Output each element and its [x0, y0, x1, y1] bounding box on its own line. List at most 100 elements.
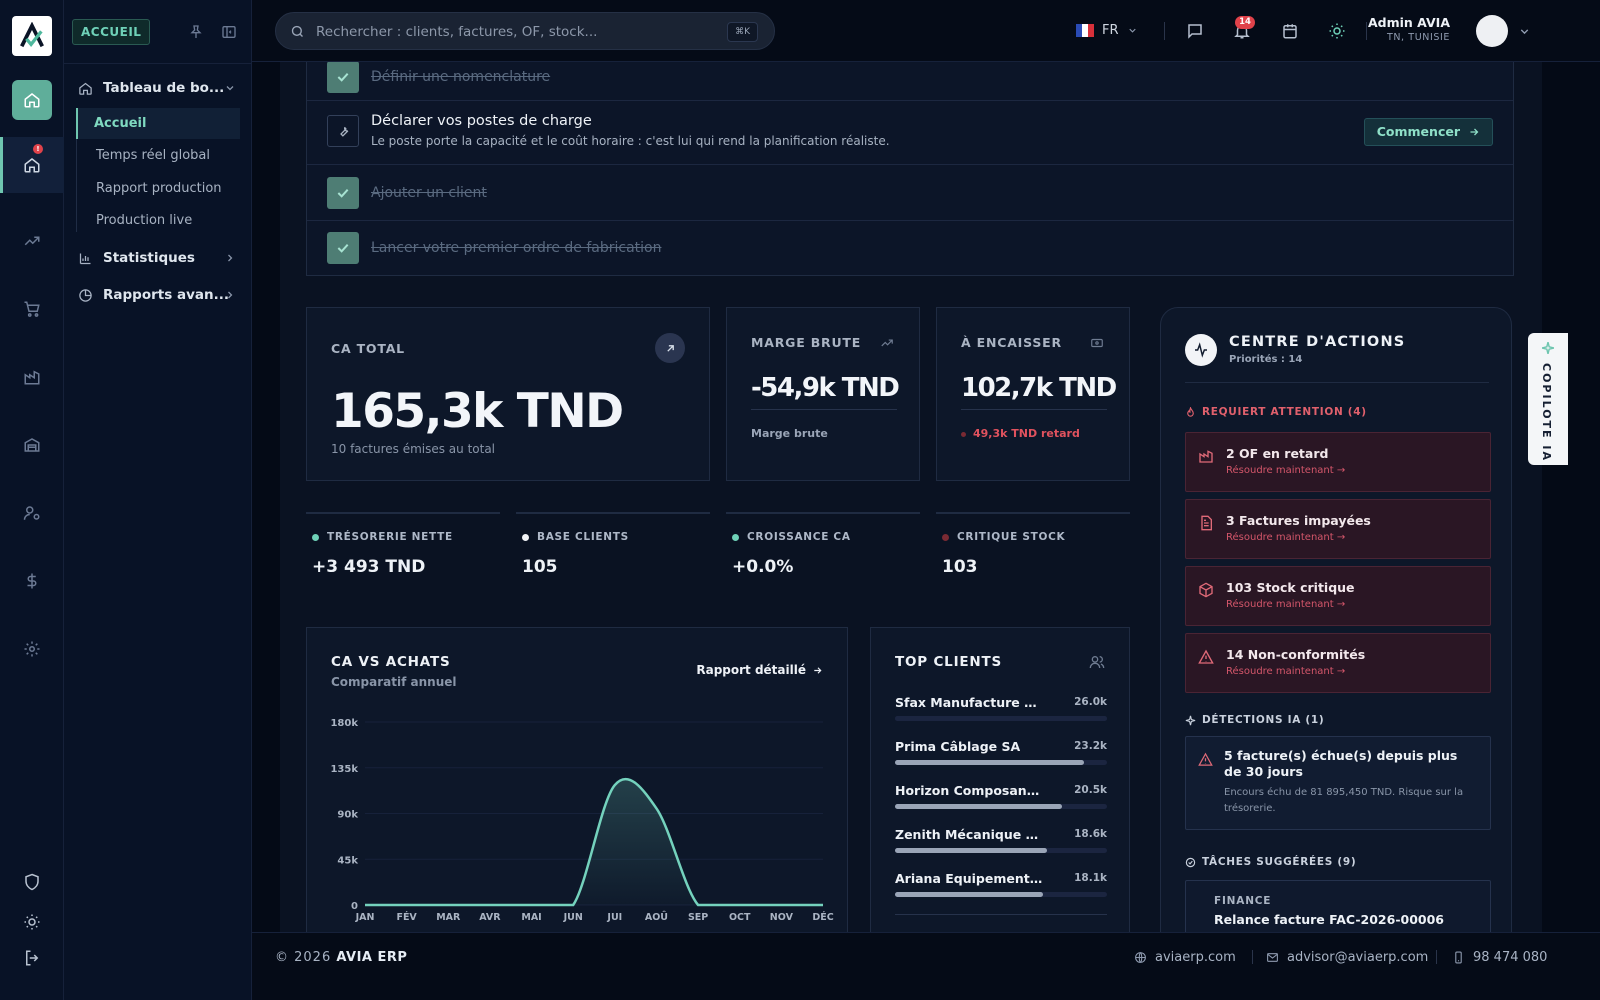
footer-phone[interactable]: 98 474 080 — [1452, 950, 1547, 965]
nav-item-accueil[interactable]: Accueil — [76, 108, 240, 139]
suggested-task[interactable]: FINANCE Relance facture FAC-2026-00006 — [1185, 880, 1491, 932]
warning-icon — [1198, 752, 1213, 766]
rail-warehouse-button[interactable] — [12, 425, 52, 465]
invoice-icon — [1201, 515, 1212, 531]
email-text: advisor@aviaerp.com — [1287, 950, 1429, 965]
list-divider — [895, 914, 1107, 915]
section-chip: ACCUEIL — [72, 19, 151, 45]
stat-tresorerie: TRÉSORERIE NETTE +3 493 TND — [306, 512, 500, 602]
rail-security-button[interactable] — [12, 862, 52, 902]
rail-alert-badge: ! — [33, 144, 43, 154]
shield-icon — [25, 873, 39, 891]
check-icon — [337, 72, 349, 82]
check-circle-icon — [1185, 857, 1196, 867]
avatar[interactable] — [1476, 15, 1508, 47]
rail-home-button[interactable] — [12, 80, 52, 120]
collapse-sidebar-icon[interactable] — [221, 24, 237, 40]
nav-group-dashboard[interactable]: Tableau de bo... — [78, 80, 242, 96]
trend-icon — [24, 236, 40, 246]
top-header: Rechercher : clients, factures, OF, stoc… — [252, 0, 1600, 62]
copilot-label: COPILOTE IA — [1540, 363, 1553, 462]
main-content: Définir une nomenclature Déclarer vos po… — [252, 62, 1600, 932]
logo-mark-icon — [20, 22, 44, 48]
nav-item-temps-reel[interactable]: Temps réel global — [96, 148, 210, 163]
rail-production-button[interactable] — [12, 357, 52, 397]
onboarding-step[interactable]: Lancer votre premier ordre de fabricatio… — [307, 221, 1513, 276]
rail-dashboard-button[interactable] — [12, 145, 52, 185]
nav-item-production-live[interactable]: Production live — [96, 213, 192, 228]
copilot-tab[interactable]: COPILOTE IA — [1528, 333, 1568, 465]
alert-of-retard[interactable]: 2 OF en retard Résoudre maintenant → — [1185, 432, 1491, 492]
rail-finance-button[interactable] — [12, 561, 52, 601]
kpi-note: 10 factures émises au total — [331, 442, 496, 456]
rail-sales-button[interactable] — [12, 221, 52, 261]
rail-purchase-button[interactable] — [12, 289, 52, 329]
task-category: FINANCE — [1214, 895, 1272, 907]
chevron-down-icon[interactable] — [1518, 25, 1531, 38]
pin-icon[interactable] — [188, 24, 204, 40]
onboarding-step[interactable]: Définir une nomenclature — [307, 62, 1513, 101]
user-name[interactable]: Admin AVIA — [1368, 15, 1450, 30]
rail-hr-button[interactable] — [12, 493, 52, 533]
nav-group-rapports[interactable]: Rapports avan... — [78, 287, 242, 303]
ia-label: DÉTECTIONS IA (1) — [1202, 714, 1325, 726]
language-selector[interactable]: FR — [1076, 23, 1138, 38]
step-checkbox — [327, 232, 359, 264]
messages-icon[interactable] — [1186, 22, 1204, 40]
onboarding-step[interactable]: Ajouter un client — [307, 165, 1513, 221]
step-checkbox — [327, 177, 359, 209]
start-button-label: Commencer — [1376, 124, 1460, 139]
kpi-label: MARGE BRUTE — [751, 335, 862, 350]
search-bar[interactable]: Rechercher : clients, factures, OF, stoc… — [275, 12, 775, 50]
alert-resolve-link[interactable]: Résoudre maintenant → — [1226, 532, 1345, 543]
calendar-icon[interactable] — [1281, 22, 1299, 40]
theme-icon — [24, 914, 40, 930]
x-tick-label: JAN — [355, 912, 375, 923]
sparkle-icon — [1185, 715, 1196, 725]
action-center-divider — [1185, 382, 1489, 383]
stat-critique-stock: CRITIQUE STOCK 103 — [936, 512, 1130, 602]
footer-website[interactable]: aviaerp.com — [1134, 950, 1236, 965]
ia-detection-card[interactable]: 5 facture(s) échue(s) depuis plus de 30 … — [1185, 736, 1491, 830]
copyright: © 2026 AVIA ERP — [275, 950, 407, 965]
alert-resolve-link[interactable]: Résoudre maintenant → — [1226, 465, 1345, 476]
nav-group-statistiques[interactable]: Statistiques — [78, 250, 242, 266]
alert-factures-impayees[interactable]: 3 Factures impayées Résoudre maintenant … — [1185, 499, 1491, 559]
alert-non-conformites[interactable]: 14 Non-conformités Résoudre maintenant → — [1185, 633, 1491, 693]
kpi-divider — [961, 409, 1107, 410]
nav-item-rapport-production[interactable]: Rapport production — [96, 181, 222, 196]
open-kpi-button[interactable] — [655, 333, 685, 363]
ia-header: DÉTECTIONS IA (1) — [1185, 714, 1324, 726]
kpi-divider — [751, 409, 897, 410]
app-logo[interactable] — [12, 16, 52, 56]
alert-stock-critique[interactable]: 103 Stock critique Résoudre maintenant → — [1185, 566, 1491, 626]
language-label: FR — [1102, 23, 1119, 38]
client-bar-fill — [895, 892, 1043, 897]
detailed-report-link[interactable]: Rapport détaillé — [696, 663, 823, 677]
warehouse-icon — [24, 438, 40, 452]
cash-icon — [1091, 338, 1103, 348]
client-bar — [895, 804, 1107, 809]
action-center-subtitle: Priorités : 14 — [1229, 354, 1303, 365]
client-value: 20.5k — [1074, 784, 1107, 796]
dashboard-icon — [24, 158, 40, 173]
check-icon — [337, 243, 349, 253]
activity-icon — [1195, 342, 1207, 358]
sun-icon[interactable] — [1328, 22, 1346, 40]
alert-resolve-link[interactable]: Résoudre maintenant → — [1226, 599, 1345, 610]
client-bar-fill — [895, 848, 1047, 853]
users-icon — [23, 506, 40, 520]
arrow-right-icon — [814, 666, 822, 674]
website-text: aviaerp.com — [1155, 950, 1236, 965]
attention-header: REQUIERT ATTENTION (4) — [1185, 406, 1367, 418]
start-button[interactable]: Commencer — [1363, 118, 1493, 146]
client-name: Zenith Mécanique SARL — [895, 827, 1045, 842]
rail-theme-button[interactable] — [12, 902, 52, 942]
rail-settings-button[interactable] — [12, 629, 52, 669]
alert-resolve-link[interactable]: Résoudre maintenant → — [1226, 666, 1345, 677]
footer-email[interactable]: advisor@aviaerp.com — [1266, 950, 1428, 965]
sidebar: ACCUEIL Tableau de bo... Accueil Temps r… — [64, 0, 252, 1000]
search-placeholder[interactable]: Rechercher : clients, factures, OF, stoc… — [316, 24, 597, 40]
rail-logout-button[interactable] — [12, 938, 52, 978]
y-tick-label: 45k — [337, 855, 358, 866]
